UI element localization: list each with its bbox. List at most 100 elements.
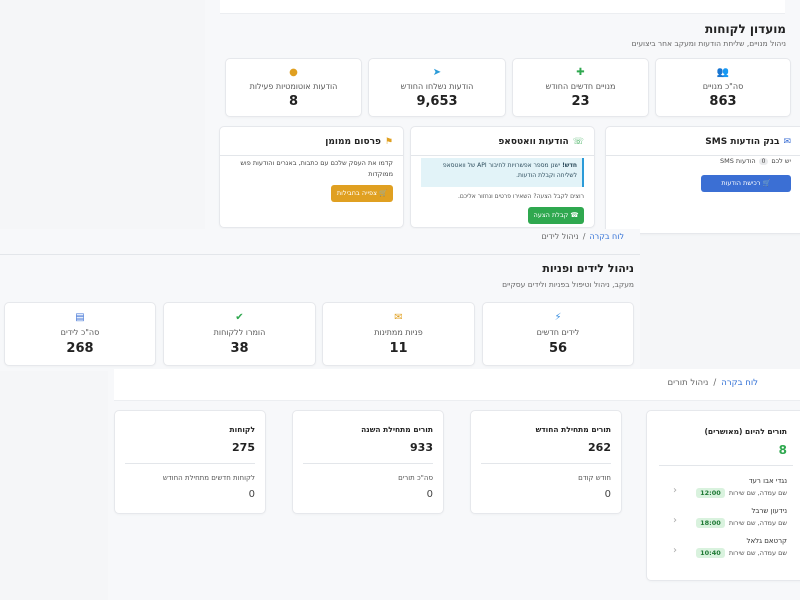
stat-value: 56 bbox=[548, 341, 568, 356]
sms-bank-card: ✉ בנק הודעות SMS יש לכם 0 הודעות SMS 🛒 ר… bbox=[605, 126, 800, 234]
breadcrumb-home-link[interactable]: לוח בקרה bbox=[589, 232, 624, 241]
stat-value: 23 bbox=[571, 94, 590, 109]
breadcrumb-separator: / bbox=[582, 232, 586, 241]
divider bbox=[606, 155, 800, 156]
breadcrumb-current: ניהול תורים bbox=[667, 378, 709, 388]
appointment-item[interactable]: קרטאם גלאל שם עמדה, שם שירות 10:40 ‹ bbox=[655, 537, 787, 565]
breadcrumb: לוח בקרה / ניהול תורים bbox=[667, 378, 758, 388]
stat-card-pending-inquiries: ✉ פניות ממתינות 11 bbox=[322, 302, 475, 366]
customers-sub-value: 0 bbox=[248, 489, 255, 500]
customers-sub-label: לקוחות חדשים מתחילת החודש bbox=[162, 474, 255, 482]
page-subtitle: ניהול מנויים, שליחת הודעות ומעקב אחר ביצ… bbox=[631, 39, 786, 48]
year-title: תורים מתחילת השנה bbox=[361, 425, 433, 434]
whatsapp-icon: ☏ bbox=[572, 136, 584, 147]
appointment-time-badge: 18:00 bbox=[696, 518, 725, 528]
bolt-icon: ⚡ bbox=[554, 312, 562, 323]
divider bbox=[125, 463, 255, 464]
stat-card-messages-sent: ➤ הודעות נשלחו החודש 9,653 bbox=[368, 58, 506, 117]
sponsored-ads-card: ⚑ פרסום ממומן קדמו את העסק שלכם עם כתבות… bbox=[219, 126, 404, 228]
appointment-name: נגדי אבו רעד bbox=[748, 477, 787, 485]
stat-value: 863 bbox=[709, 94, 737, 109]
customers-value: 275 bbox=[232, 441, 255, 454]
year-value: 933 bbox=[410, 441, 433, 454]
whatsapp-notice-text: ישנן מספר אפשרויות לחיבור API של וואטסאפ… bbox=[442, 162, 577, 179]
month-sub-value: 0 bbox=[604, 489, 611, 500]
appointment-item[interactable]: נגדי אבו רעד שם עמדה, שם שירות 12:00 ‹ bbox=[655, 477, 787, 505]
today-value: 8 bbox=[778, 443, 787, 457]
stat-value: 38 bbox=[230, 341, 249, 356]
stat-value: 268 bbox=[66, 341, 94, 356]
appointment-item[interactable]: נידעון שרבל שם עמדה, שם שירות 18:00 ‹ bbox=[655, 507, 787, 535]
ads-card-header: ⚑ פרסום ממומן bbox=[325, 137, 393, 147]
stat-label: לידים חדשים bbox=[536, 328, 580, 337]
year-sub-label: סה"כ תורים bbox=[398, 474, 433, 482]
appointment-time-badge: 12:00 bbox=[696, 488, 725, 498]
stat-label: הודעות אוטומטיות פעילות bbox=[249, 82, 338, 91]
divider bbox=[220, 155, 403, 156]
buy-messages-button[interactable]: 🛒 רכישת הודעות bbox=[701, 175, 791, 192]
get-offer-button[interactable]: ☎ קבלת הצעה bbox=[528, 207, 584, 224]
stat-card-new-subscribers: ✚ מנויים חדשים החודש 23 bbox=[512, 58, 649, 117]
whatsapp-notice-bold: חדש! bbox=[562, 162, 577, 169]
robot-icon: ● bbox=[289, 67, 298, 78]
month-title: תורים מתחילת החודש bbox=[535, 425, 611, 434]
leads-title: ניהול לידים ופניות bbox=[542, 262, 634, 275]
appointment-name: קרטאם גלאל bbox=[746, 537, 787, 545]
stat-label: מנויים חדשים החודש bbox=[545, 82, 616, 91]
appointments-panel: לוח בקרה / ניהול תורים תורים להיום (מאוש… bbox=[108, 369, 800, 600]
club-panel: מועדון לקוחות ניהול מנויים, שליחת הודעות… bbox=[205, 0, 800, 234]
sms-card-header: ✉ בנק הודעות SMS bbox=[705, 137, 791, 147]
envelope-open-icon: ✉ bbox=[394, 312, 403, 323]
breadcrumb-separator: / bbox=[713, 378, 717, 388]
breadcrumb-home-link[interactable]: לוח בקרה bbox=[721, 378, 758, 388]
divider bbox=[481, 463, 611, 464]
divider bbox=[411, 155, 594, 156]
stat-card-total-leads: ▤ סה"כ לידים 268 bbox=[4, 302, 156, 366]
stat-label: פניות ממתינות bbox=[374, 328, 423, 337]
divider bbox=[303, 463, 433, 464]
whatsapp-card-header: ☏ הודעות וואטסאפ bbox=[498, 137, 584, 147]
megaphone-icon: ⚑ bbox=[384, 136, 393, 147]
sms-balance-suffix: הודעות SMS bbox=[719, 157, 756, 165]
divider bbox=[0, 254, 640, 255]
chevron-left-icon: ‹ bbox=[673, 515, 677, 526]
divider bbox=[659, 465, 793, 466]
view-packages-button[interactable]: 🛒 צפייה בחבילות bbox=[331, 185, 393, 202]
database-icon: ▤ bbox=[75, 312, 85, 323]
ads-text: קדמו את העסק שלכם עם כתבות, באנרים והודע… bbox=[240, 159, 393, 178]
stat-value: 9,653 bbox=[416, 94, 458, 109]
user-check-icon: ✔ bbox=[235, 312, 244, 323]
user-plus-icon: ✚ bbox=[576, 67, 585, 78]
stat-label: סה"כ מנויים bbox=[702, 82, 744, 91]
whatsapp-card: ☏ הודעות וואטסאפ חדש! ישנן מספר אפשרויות… bbox=[410, 126, 595, 228]
customers-title: לקוחות bbox=[229, 425, 256, 434]
whatsapp-card-title: הודעות וואטסאפ bbox=[498, 137, 569, 147]
month-sub-label: חודש קודם bbox=[578, 474, 611, 482]
buy-messages-label: רכישת הודעות bbox=[721, 179, 761, 187]
stat-label: הודעות נשלחו החודש bbox=[400, 82, 474, 91]
whatsapp-note: רוצים לקבל הצעה? השאירו פרטים ונחזור אלי… bbox=[457, 193, 584, 200]
stat-label: סה"כ לידים bbox=[60, 328, 100, 337]
stat-card-converted: ✔ הומרו ללקוחות 38 bbox=[163, 302, 316, 366]
appointment-service: שם עמדה, שם שירות bbox=[728, 489, 787, 497]
breadcrumb: לוח בקרה / ניהול לידים bbox=[541, 232, 624, 241]
appointment-service: שם עמדה, שם שירות bbox=[728, 549, 787, 557]
leads-subtitle: מעקב, ניהול וטיפול בפניות ולידים עסקיים bbox=[502, 280, 634, 289]
whatsapp-notice: חדש! ישנן מספר אפשרויות לחיבור API של וו… bbox=[421, 158, 584, 187]
stat-card-new-leads: ⚡ לידים חדשים 56 bbox=[482, 302, 634, 366]
today-title: תורים להיום (מאושרים) bbox=[704, 427, 787, 436]
sms-balance-prefix: יש לכם bbox=[771, 157, 791, 165]
ads-card-title: פרסום ממומן bbox=[325, 137, 381, 147]
sms-icon: ✉ bbox=[783, 136, 791, 147]
sms-card-title: בנק הודעות SMS bbox=[705, 137, 780, 147]
appointment-time-badge: 10:40 bbox=[696, 548, 725, 558]
sms-balance-badge: 0 bbox=[758, 157, 769, 165]
send-icon: ➤ bbox=[432, 67, 442, 78]
stat-value: 11 bbox=[389, 341, 408, 356]
month-appointments-card: תורים מתחילת החודש 262 חודש קודם 0 bbox=[470, 410, 622, 514]
stat-value: 8 bbox=[288, 94, 299, 109]
sms-balance: יש לכם 0 הודעות SMS bbox=[720, 157, 791, 165]
breadcrumb-current: ניהול לידים bbox=[541, 232, 579, 241]
chevron-left-icon: ‹ bbox=[673, 485, 677, 496]
view-packages-label: צפייה בחבילות bbox=[336, 189, 377, 197]
